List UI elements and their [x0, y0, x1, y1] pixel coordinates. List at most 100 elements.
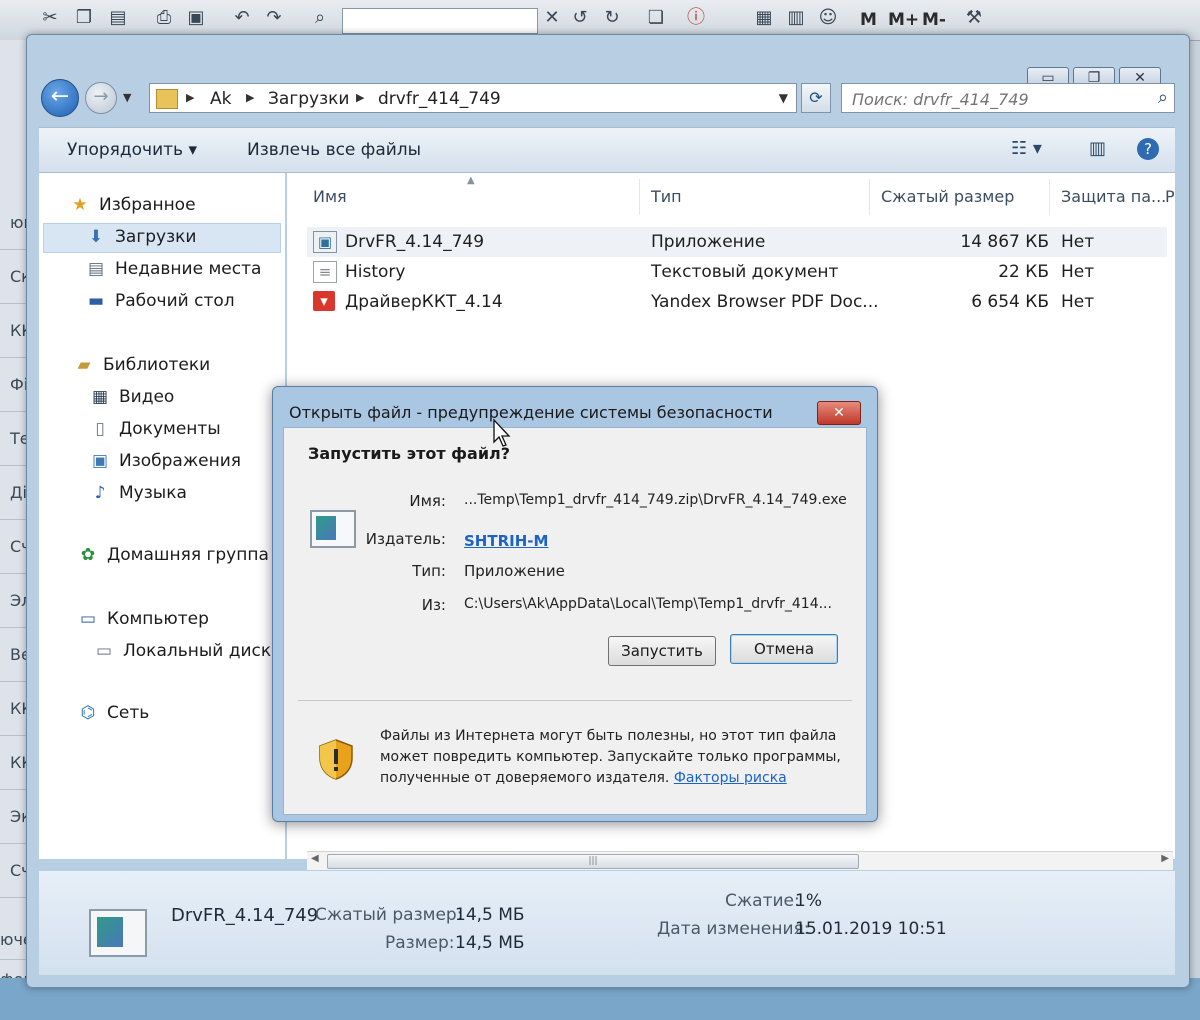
window-icon[interactable]: ❏	[644, 6, 668, 30]
risk-factors-link[interactable]: Факторы риска	[674, 770, 787, 786]
file-protected: Нет	[1061, 292, 1095, 312]
calculator-icon[interactable]: ▦	[752, 6, 776, 30]
chevron-right-icon[interactable]: ▶	[246, 91, 254, 104]
file-row[interactable]: ≡ History Текстовый документ 22 КБ Нет	[307, 257, 1167, 287]
forward-button[interactable]: →	[85, 82, 117, 114]
extract-all-button[interactable]: Извлечь все файлы	[247, 140, 421, 160]
nav-homegroup[interactable]: ✿ Домашняя группа	[77, 545, 269, 565]
network-icon: ⌬	[80, 703, 96, 723]
publisher-link[interactable]: SHTRIH-M	[464, 532, 548, 550]
file-type: Приложение	[651, 232, 766, 252]
search-box[interactable]: ⌕	[841, 83, 1175, 113]
print-preview-icon[interactable]: ▣	[184, 6, 208, 30]
nav-video[interactable]: ▦ Видео	[89, 387, 174, 407]
libraries-icon: ▰	[77, 355, 91, 375]
clear-icon[interactable]: ✕	[540, 6, 564, 30]
find-prev-icon[interactable]: ↺	[568, 6, 592, 30]
cut-icon[interactable]: ✂	[38, 6, 62, 30]
undo-icon[interactable]: ↶	[230, 6, 254, 30]
desktop-icon: ▬	[87, 291, 105, 311]
column-header-type[interactable]: Тип	[651, 187, 682, 206]
search-input[interactable]	[850, 88, 1144, 110]
tools-icon[interactable]: ⚒	[962, 6, 986, 30]
memory-button[interactable]: M	[860, 10, 877, 30]
column-header-protection[interactable]: Защита па...	[1061, 187, 1166, 206]
horizontal-scrollbar[interactable]: ◀ ||| ▶	[307, 851, 1173, 870]
memory-minus-button[interactable]: M-	[922, 10, 946, 30]
refresh-button[interactable]: ⟳	[801, 83, 831, 113]
nav-libraries[interactable]: ▰ Библиотеки	[73, 355, 210, 375]
breadcrumb-downloads[interactable]: Загрузки	[268, 89, 349, 109]
preview-pane-icon[interactable]: ▥	[1089, 138, 1106, 159]
back-button[interactable]: ←	[41, 79, 79, 117]
command-bar: Упорядочить ▾ Извлечь все файлы ☷ ▾ ▥ ?	[39, 127, 1175, 173]
redo-icon[interactable]: ↷	[262, 6, 286, 30]
help-icon[interactable]: ?	[1137, 138, 1159, 160]
column-header-name[interactable]: Имя	[313, 187, 347, 206]
address-bar[interactable]: ▶ Ak ▶ Загрузки ▶ drvfr_414_749 ▼	[149, 83, 797, 113]
publisher-label: Издатель:	[365, 530, 446, 548]
find-next-icon[interactable]: ↻	[600, 6, 624, 30]
chevron-right-icon[interactable]: ▶	[186, 91, 194, 104]
column-divider[interactable]	[639, 179, 640, 215]
paste-icon[interactable]: ▤	[106, 6, 130, 30]
view-options-icon[interactable]: ☷ ▾	[1011, 138, 1042, 159]
dialog-close-button[interactable]: ✕	[817, 401, 861, 425]
search-icon[interactable]: ⌕	[1158, 87, 1168, 108]
file-row[interactable]: ▾ ДрайверККТ_4.14 Yandex Browser PDF Doc…	[307, 287, 1167, 317]
type-label: Тип:	[412, 562, 446, 580]
downloads-folder-icon: ⬇	[88, 227, 104, 247]
users-icon[interactable]: ☺	[816, 6, 840, 30]
column-header-compressed-size[interactable]: Сжатый размер	[881, 187, 1014, 206]
info-icon[interactable]: ⓘ	[684, 6, 708, 30]
nav-downloads[interactable]: ⬇ Загрузки	[85, 227, 197, 247]
organize-button[interactable]: Упорядочить ▾	[67, 140, 197, 160]
copy-icon[interactable]: ❐	[72, 6, 96, 30]
nav-documents-label: Документы	[119, 419, 221, 439]
scrollbar-thumb[interactable]: |||	[327, 854, 859, 869]
chevron-right-icon[interactable]: ▶	[356, 91, 364, 104]
scroll-right-icon[interactable]: ▶	[1161, 853, 1169, 864]
file-row[interactable]: ▣ DrvFR_4.14_749 Приложение 14 867 КБ Не…	[307, 227, 1167, 257]
file-protected: Нет	[1061, 262, 1095, 282]
background-search-input[interactable]	[342, 8, 538, 34]
cancel-button[interactable]: Отмена	[730, 634, 838, 664]
breadcrumb-ak[interactable]: Ak	[210, 89, 231, 109]
nav-video-label: Видео	[119, 387, 175, 407]
nav-images[interactable]: ▣ Изображения	[89, 451, 241, 471]
shield-warning-icon	[319, 739, 353, 780]
nav-favorites[interactable]: ★ Избранное	[69, 195, 195, 215]
breadcrumb-current-folder[interactable]: drvfr_414_749	[378, 89, 501, 109]
divider	[298, 700, 852, 701]
nav-documents[interactable]: ▯ Документы	[89, 419, 221, 439]
scroll-left-icon[interactable]: ◀	[311, 853, 319, 864]
chevron-down-icon[interactable]: ▼	[779, 91, 788, 105]
text-document-icon: ≡	[313, 261, 337, 283]
file-type: Текстовый документ	[651, 262, 839, 282]
nav-desktop[interactable]: ▬ Рабочий стол	[85, 291, 235, 311]
music-icon: ♪	[94, 483, 106, 503]
nav-computer[interactable]: ▭ Компьютер	[77, 609, 209, 629]
security-warning-dialog: Открыть файл - предупреждение системы бе…	[272, 386, 878, 822]
column-header-extra[interactable]: Р	[1165, 187, 1175, 206]
nav-recent[interactable]: ▤ Недавние места	[85, 259, 261, 279]
nav-music[interactable]: ♪ Музыка	[89, 483, 187, 503]
history-dropdown-icon[interactable]: ▼	[123, 91, 131, 104]
column-divider[interactable]	[869, 179, 870, 215]
name-value: ...Temp\Temp1_drvfr_414_749.zip\DrvFR_4.…	[464, 492, 847, 508]
search-icon[interactable]: ⌕	[308, 6, 332, 30]
pdf-icon: ▾	[313, 291, 335, 311]
details-modified-value: 15.01.2019 10:51	[795, 919, 947, 939]
publisher-value[interactable]: SHTRIH-M	[464, 532, 548, 550]
nav-local-disk[interactable]: ▭ Локальный диск (	[93, 641, 283, 661]
run-button[interactable]: Запустить	[608, 636, 716, 666]
warning-message: Файлы из Интернета могут быть полезны, н…	[380, 726, 850, 789]
column-divider[interactable]	[1049, 179, 1050, 215]
dialog-title: Открыть файл - предупреждение системы бе…	[289, 403, 773, 422]
nav-recent-label: Недавние места	[115, 259, 262, 279]
details-compressed-value: 14,5 МБ	[455, 905, 525, 925]
calendar-icon[interactable]: ▥	[784, 6, 808, 30]
nav-network[interactable]: ⌬ Сеть	[77, 703, 150, 723]
memory-plus-button[interactable]: M+	[888, 10, 919, 30]
print-icon[interactable]: ⎙	[152, 6, 176, 30]
